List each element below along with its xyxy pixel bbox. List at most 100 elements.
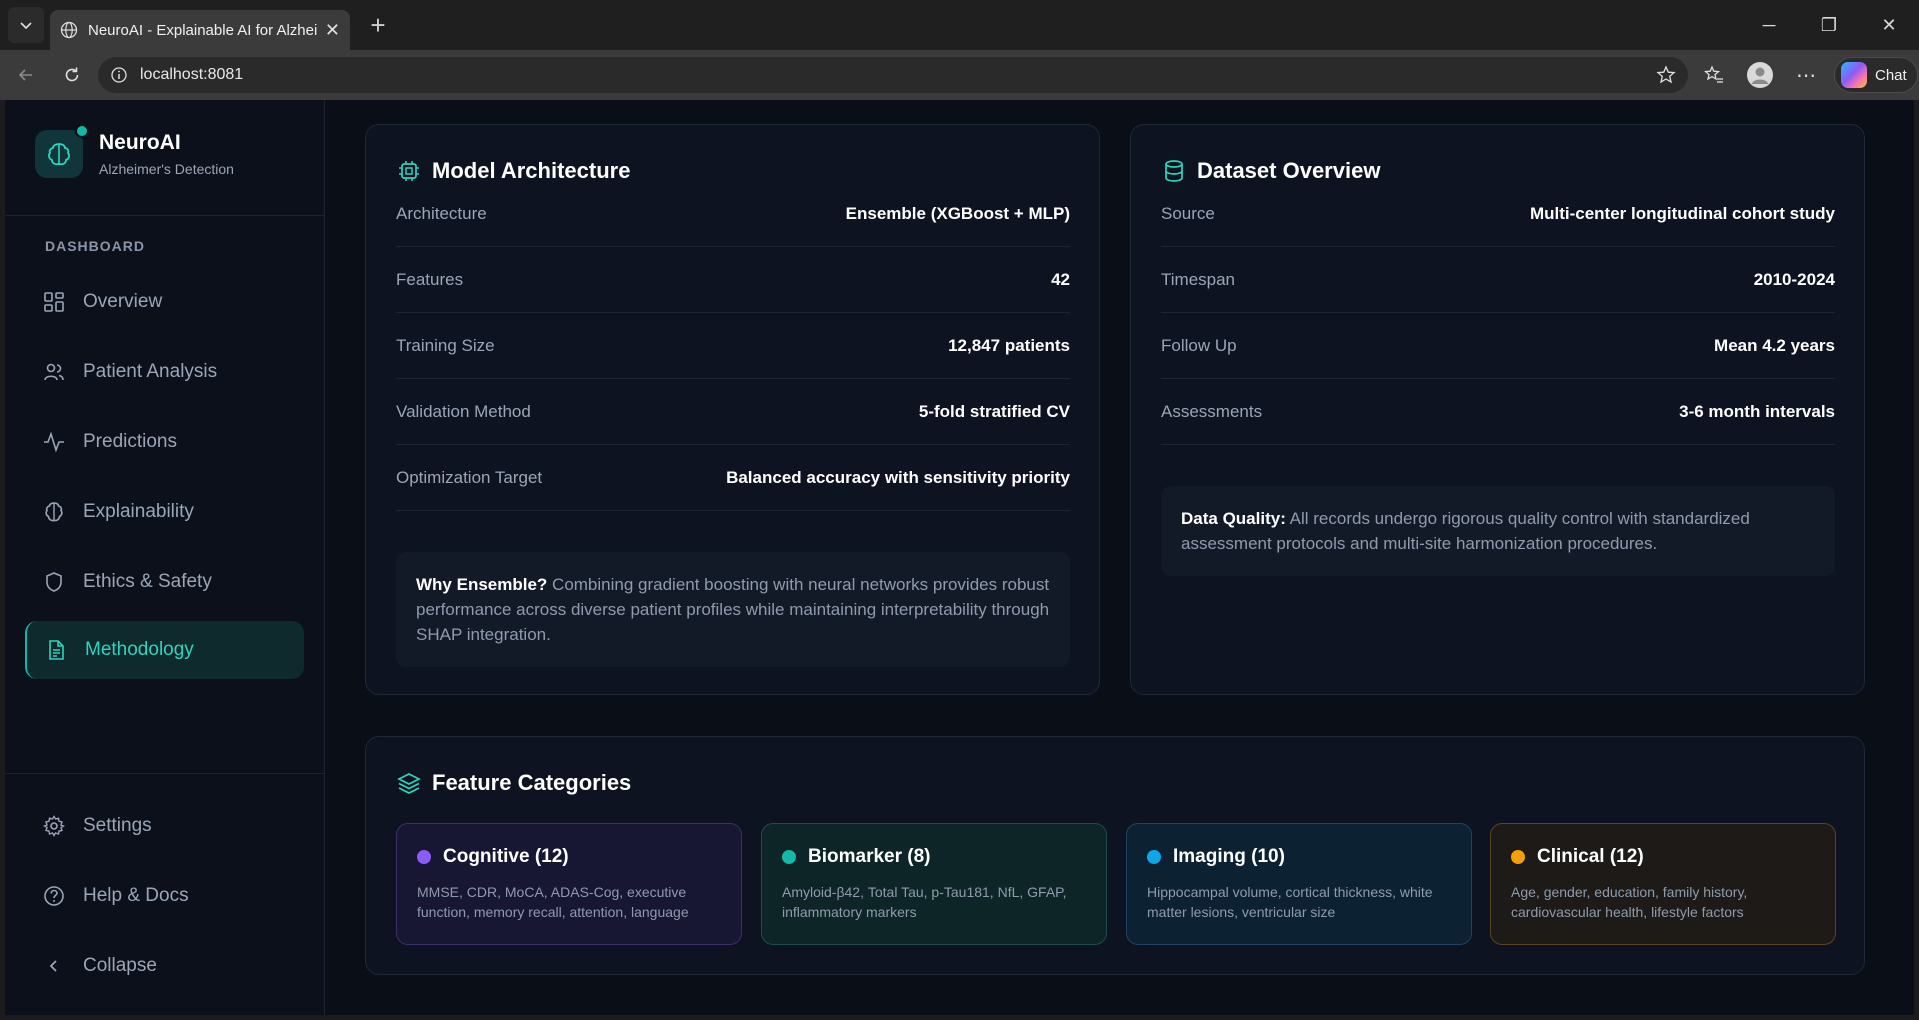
tab-title: NeuroAI - Explainable AI for Alzheimer's <box>88 21 318 39</box>
browser-tab[interactable]: NeuroAI - Explainable AI for Alzheimer's… <box>50 10 350 50</box>
minimize-button[interactable]: ─ <box>1739 0 1799 50</box>
main-content: Model Architecture Architecture Ensemble … <box>325 100 1914 1015</box>
row-value: 12,847 patients <box>948 335 1070 355</box>
sidebar-item-patient-analysis[interactable]: Patient Analysis <box>25 343 304 401</box>
sidebar-item-settings[interactable]: Settings <box>25 797 304 855</box>
category-title: Cognitive (12) <box>443 846 569 867</box>
brand-name: NeuroAI <box>99 131 181 154</box>
arrow-left-icon <box>18 69 32 81</box>
category-dot <box>417 850 431 864</box>
row-key: Training Size <box>396 335 495 355</box>
help-icon <box>43 885 65 907</box>
sidebar-item-predictions[interactable]: Predictions <box>25 413 304 471</box>
activity-icon <box>43 431 65 453</box>
row-key: Timespan <box>1161 269 1236 289</box>
row-value: 42 <box>1051 269 1070 289</box>
collapse-button[interactable]: Collapse <box>25 937 304 995</box>
reload-icon <box>65 67 79 82</box>
reload-button[interactable] <box>52 55 92 95</box>
category-dot <box>1147 850 1161 864</box>
url-text[interactable]: localhost:8081 <box>140 66 243 84</box>
category-title: Clinical (12) <box>1537 846 1644 867</box>
profile-avatar-icon[interactable] <box>1742 57 1778 93</box>
row-key: Optimization Target <box>396 467 543 487</box>
info-row: Assessments 3-6 month intervals <box>1161 379 1835 445</box>
browser-tab-bar: NeuroAI - Explainable AI for Alzheimer's… <box>0 0 1919 50</box>
info-row: Validation Method 5-fold stratified CV <box>396 379 1070 445</box>
category-description: Age, gender, education, family history, … <box>1511 884 1748 920</box>
sidebar: NeuroAI Alzheimer's Detection DASHBOARD … <box>5 100 325 1015</box>
row-value: Balanced accuracy with sensitivity prior… <box>726 467 1070 487</box>
info-row: Timespan 2010-2024 <box>1161 247 1835 313</box>
new-tab-button[interactable]: + <box>360 10 396 41</box>
info-row: Source Multi-center longitudinal cohort s… <box>1161 181 1835 247</box>
row-value: Ensemble (XGBoost + MLP) <box>845 203 1070 223</box>
url-bar[interactable]: localhost:8081 <box>98 57 1688 93</box>
dataset-overview-card: Dataset Overview Source Multi-center long… <box>1130 124 1865 695</box>
feature-categories-card: Feature Categories Cognitive (12) MMSE, … <box>365 736 1865 975</box>
divider <box>5 215 325 216</box>
close-window-button[interactable]: ✕ <box>1859 0 1919 50</box>
globe-icon <box>60 21 78 39</box>
info-row: Optimization Target Balanced accuracy wit… <box>396 445 1070 511</box>
sidebar-item-label: Predictions <box>83 431 177 452</box>
tab-list-button[interactable] <box>8 7 44 43</box>
divider <box>5 773 325 774</box>
favorites-icon[interactable] <box>1696 57 1732 93</box>
category-title: Imaging (10) <box>1173 846 1285 867</box>
sidebar-item-label: Methodology <box>85 639 194 660</box>
row-key: Source <box>1161 203 1215 223</box>
info-row: Architecture Ensemble (XGBoost + MLP) <box>396 181 1070 247</box>
restore-button[interactable]: ❐ <box>1799 0 1859 50</box>
row-value: 2010-2024 <box>1753 269 1835 289</box>
shield-icon <box>43 571 65 593</box>
sidebar-item-overview[interactable]: Overview <box>25 273 304 331</box>
feature-category-clinical[interactable]: Clinical (12) Age, gender, education, fa… <box>1490 823 1836 945</box>
feature-category-cognitive[interactable]: Cognitive (12) MMSE, CDR, MoCA, ADAS-Cog… <box>396 823 742 945</box>
sidebar-item-ethics-safety[interactable]: Ethics & Safety <box>25 553 304 611</box>
document-icon <box>45 639 67 661</box>
sidebar-item-methodology[interactable]: Methodology <box>25 621 304 679</box>
category-title: Biomarker (8) <box>808 846 931 867</box>
sidebar-item-label: Explainability <box>83 501 194 522</box>
info-icon[interactable] <box>110 66 128 84</box>
chat-label: Chat <box>1875 66 1907 84</box>
brain-icon <box>48 143 70 166</box>
model-architecture-card: Model Architecture Architecture Ensemble … <box>365 124 1100 695</box>
row-key: Architecture <box>396 203 487 223</box>
more-options-icon[interactable]: ⋯ <box>1788 57 1824 93</box>
row-key: Validation Method <box>396 401 531 421</box>
back-button[interactable] <box>6 55 46 95</box>
category-dot <box>782 850 796 864</box>
app-root: NeuroAI Alzheimer's Detection DASHBOARD … <box>5 100 1914 1015</box>
sidebar-item-help-docs[interactable]: Help & Docs <box>25 867 304 925</box>
tab-close-icon[interactable]: ✕ <box>325 20 340 41</box>
copilot-chat-button[interactable]: Chat <box>1834 57 1918 93</box>
category-description: Amyloid-β42, Total Tau, p-Tau181, NfL, G… <box>782 884 1067 920</box>
info-row: Training Size 12,847 patients <box>396 313 1070 379</box>
section-label: DASHBOARD <box>45 238 145 254</box>
info-note: Data Quality: All records undergo rigoro… <box>1161 486 1835 576</box>
row-value: Multi-center longitudinal cohort study <box>1529 203 1835 223</box>
row-value: 3-6 month intervals <box>1679 401 1835 421</box>
feature-category-imaging[interactable]: Imaging (10) Hippocampal volume, cortica… <box>1126 823 1472 945</box>
sidebar-item-explainability[interactable]: Explainability <box>25 483 304 541</box>
feature-category-biomarker[interactable]: Biomarker (8) Amyloid-β42, Total Tau, p-… <box>761 823 1107 945</box>
users-icon <box>43 361 65 383</box>
row-value: Mean 4.2 years <box>1714 335 1835 355</box>
info-row: Follow Up Mean 4.2 years <box>1161 313 1835 379</box>
card-title: Feature Categories <box>396 770 631 796</box>
gear-icon <box>43 815 65 837</box>
sidebar-item-label: Ethics & Safety <box>83 571 212 592</box>
star-icon[interactable] <box>1656 65 1676 85</box>
sidebar-item-label: Overview <box>83 291 163 312</box>
chevron-left-icon <box>43 955 65 977</box>
category-description: MMSE, CDR, MoCA, ADAS-Cog, executive fun… <box>417 884 689 920</box>
info-row: Features 42 <box>396 247 1070 313</box>
layers-icon <box>396 770 422 796</box>
brain-icon <box>43 501 65 523</box>
row-key: Assessments <box>1161 401 1263 421</box>
brand-subtitle: Alzheimer's Detection <box>99 161 234 177</box>
category-dot <box>1511 850 1525 864</box>
note-title: Data Quality: <box>1181 509 1286 528</box>
